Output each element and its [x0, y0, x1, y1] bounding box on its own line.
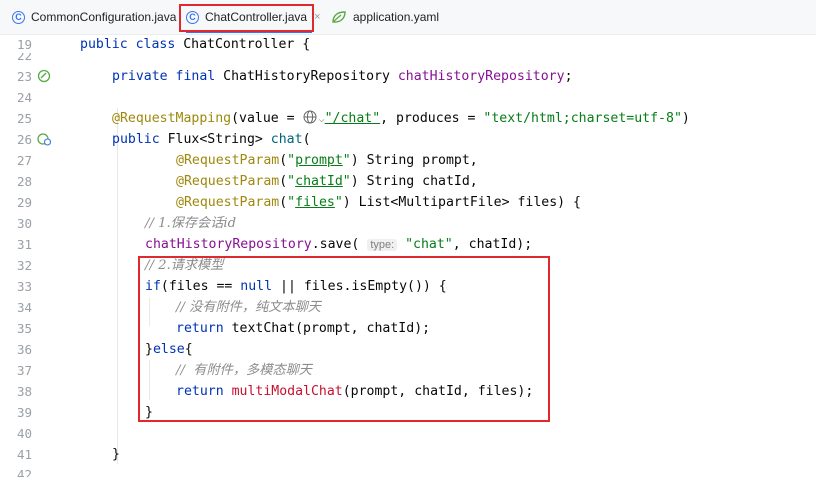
bean-injection-icon[interactable] — [37, 69, 51, 83]
line-number: 30 — [16, 216, 32, 231]
line-number: 31 — [16, 237, 32, 252]
line-number: 24 — [16, 90, 32, 105]
code-highlight-box — [138, 256, 550, 422]
comment: // 1.保存会话id — [145, 216, 237, 231]
line-number: 25 — [16, 111, 32, 126]
close-icon[interactable]: × — [314, 11, 320, 23]
line-number: 29 — [16, 195, 32, 210]
line-number: 35 — [16, 321, 32, 336]
line-number: 40 — [16, 426, 32, 441]
code-text: @RequestParam("files") List<MultipartFil… — [176, 192, 581, 213]
code-token: ) String prompt, — [350, 153, 478, 168]
code-line: 26 public Flux<String> chat( — [0, 129, 816, 150]
code-token: (value = — [231, 111, 303, 126]
line-number: 34 — [16, 300, 32, 315]
punctuation: ( — [279, 153, 288, 168]
code-line: 40 — [0, 423, 816, 444]
line-number: 27 — [16, 153, 32, 168]
field-name: chatHistoryRepository — [145, 237, 312, 252]
string-word: prompt — [295, 153, 343, 168]
punctuation: ( — [279, 174, 288, 189]
editor-tab-bar: C CommonConfiguration.java C ChatControl… — [0, 0, 816, 35]
string-word: files — [295, 195, 335, 210]
line-number: 26 — [16, 132, 32, 147]
line-number: 19 — [16, 37, 32, 52]
code-text: public Flux<String> chat( — [112, 129, 311, 150]
code-text: chatHistoryRepository.save( type: "chat"… — [145, 234, 532, 256]
globe-icon[interactable] — [303, 110, 319, 124]
punctuation: ( — [302, 132, 311, 147]
punctuation: ) — [681, 111, 690, 126]
code-line: 29 @RequestParam("files") List<Multipart… — [0, 192, 816, 213]
string-literal: "chat" — [397, 237, 453, 252]
spring-leaf-icon — [332, 11, 346, 23]
code-line: 22 — [0, 53, 816, 62]
code-line: 25 @RequestMapping(value = ⌵"/chat", pro… — [0, 108, 816, 129]
code-line: 41 } — [0, 444, 816, 465]
line-number: 28 — [16, 174, 32, 189]
keyword: public — [112, 132, 168, 147]
annotation: @RequestMapping — [112, 111, 232, 126]
tab-label: application.yaml — [353, 10, 440, 24]
punctuation: ( — [279, 195, 288, 210]
line-number: 37 — [16, 363, 32, 378]
code-line: 28 @RequestParam("chatId") String chatId… — [0, 171, 816, 192]
class-name: ChatController { — [183, 37, 311, 52]
code-line: 42 — [0, 464, 816, 477]
java-class-icon: C — [12, 10, 25, 24]
string-literal: "chatId" — [287, 174, 351, 189]
annotation: @RequestParam — [176, 174, 280, 189]
method-name: chat — [270, 132, 303, 147]
line-number: 39 — [16, 405, 32, 420]
punctuation: ; — [564, 69, 573, 84]
code-text: @RequestMapping(value = ⌵"/chat", produc… — [112, 108, 690, 130]
line-number: 38 — [16, 384, 32, 399]
code-line: 31 chatHistoryRepository.save( type: "ch… — [0, 234, 816, 255]
type-name: Flux<String> — [167, 132, 271, 147]
tab-application-yaml[interactable]: application.yaml — [331, 0, 439, 34]
line-number: 42 — [16, 467, 32, 477]
code-line: 24 — [0, 87, 816, 108]
code-line: 19 public class ChatController { — [0, 34, 816, 55]
code-line: 27 @RequestParam("prompt") String prompt… — [0, 150, 816, 171]
type-name: ChatHistoryRepository — [223, 69, 398, 84]
line-number: 22 — [16, 53, 32, 62]
line-number: 41 — [16, 447, 32, 462]
code-line: 23 private final ChatHistoryRepository c… — [0, 66, 816, 87]
endpoint-icon[interactable] — [37, 132, 51, 146]
keyword: private final — [112, 69, 224, 84]
line-number: 32 — [16, 258, 32, 273]
string-literal: "prompt" — [287, 153, 351, 168]
field-name: chatHistoryRepository — [397, 69, 565, 84]
code-text: @RequestParam("chatId") String chatId, — [176, 171, 478, 192]
code-token: , chatId); — [452, 237, 533, 252]
annotation: @RequestParam — [176, 153, 280, 168]
string-literal: "text/html;charset=utf-8" — [483, 111, 682, 126]
string-literal: "files" — [287, 195, 343, 210]
code-token: .save( — [311, 237, 368, 252]
code-text: } — [112, 447, 120, 462]
code-text: public class ChatController { — [80, 34, 310, 55]
string-literal: "/chat" — [324, 111, 381, 126]
tab-common-configuration[interactable]: C CommonConfiguration.java — [12, 0, 176, 34]
line-number: 23 — [16, 69, 32, 84]
tab-label: CommonConfiguration.java — [31, 10, 177, 24]
annotation: @RequestParam — [176, 195, 280, 210]
tab-highlight-box — [179, 4, 314, 32]
code-text: private final ChatHistoryRepository chat… — [112, 66, 573, 87]
code-line: 30 // 1.保存会话id — [0, 213, 816, 234]
code-text: @RequestParam("prompt") String prompt, — [176, 150, 478, 171]
line-number: 36 — [16, 342, 32, 357]
code-token: , produces = — [380, 111, 484, 126]
keyword: public class — [80, 37, 184, 52]
code-token: ) String chatId, — [350, 174, 478, 189]
line-number: 33 — [16, 279, 32, 294]
string-word: chatId — [295, 174, 343, 189]
parameter-hint: type: — [367, 239, 398, 251]
code-token: ) List<MultipartFile> files) { — [342, 195, 581, 210]
